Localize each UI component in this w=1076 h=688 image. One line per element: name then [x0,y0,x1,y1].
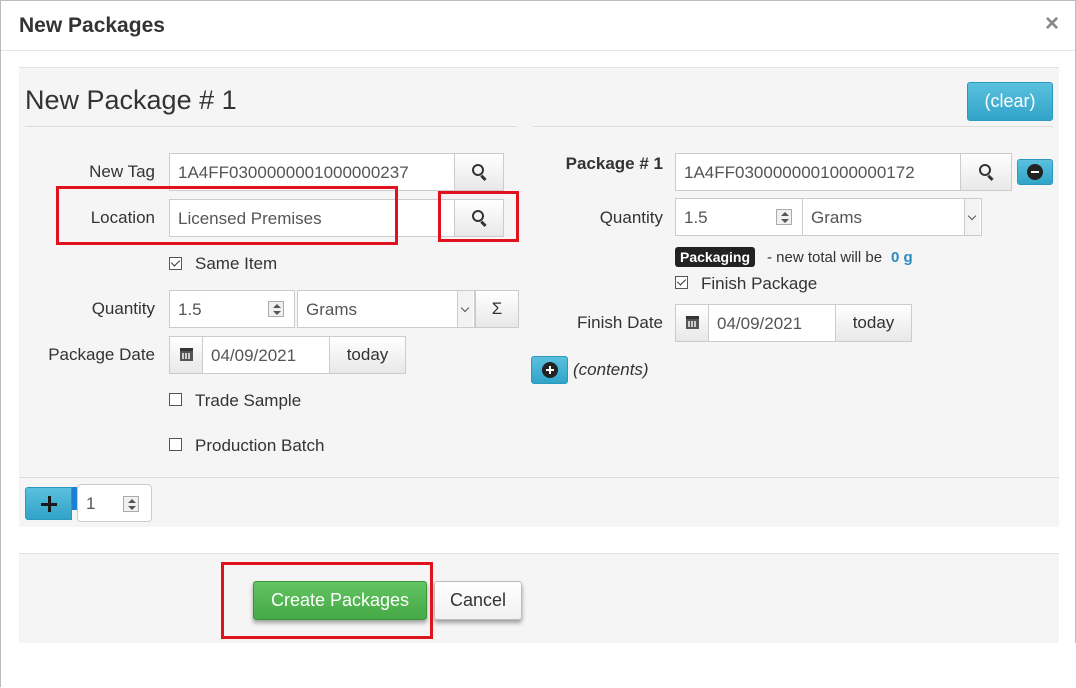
location-search-highlight [438,191,519,242]
package-date-today-button[interactable]: today [329,336,406,374]
calendar-icon [180,348,193,361]
new-total-text: - new total will be [767,249,883,266]
package-count-input[interactable]: 1 [77,484,152,522]
package-tag-input[interactable]: 1A4FF0300000001000000172 [675,153,961,191]
remove-package-button[interactable] [1017,159,1053,185]
dialog-title: New Packages [19,14,165,37]
same-item-checkbox[interactable] [169,257,182,270]
add-package-button[interactable] [25,487,72,520]
clear-button[interactable]: (clear) [967,82,1053,121]
trade-sample-checkbox[interactable] [169,393,182,406]
packaging-badge: Packaging [675,247,756,267]
chevron-down-icon[interactable] [964,199,980,235]
dialog-header: New Packages × [1,1,1075,51]
plus-circle-icon [542,362,558,378]
package-count-stepper[interactable] [123,496,139,512]
new-tag-label: New Tag [89,162,155,181]
quantity-label: Quantity [91,299,155,318]
right-unit-select[interactable]: Grams [802,198,982,236]
production-batch-checkbox[interactable] [169,438,182,451]
package-number-label: Package # 1 [565,154,663,173]
close-icon[interactable]: × [1045,10,1059,38]
same-item-label: Same Item [195,254,278,273]
plus-bar-v [549,366,551,374]
finish-date-calendar-button[interactable] [675,304,709,342]
plus-icon-v [48,496,51,512]
new-tag-search-button[interactable] [454,153,504,191]
location-highlight [56,186,398,245]
package-date-calendar-button[interactable] [169,336,203,374]
minus-circle-icon [1027,164,1043,180]
finish-package-checkbox[interactable] [675,276,688,289]
search-icon [472,164,484,176]
right-quantity-stepper[interactable] [776,209,792,225]
right-quantity-label: Quantity [599,208,663,227]
minus-bar [1031,171,1039,173]
unit-select[interactable]: Grams [297,290,475,328]
chevron-down-icon[interactable] [457,291,473,327]
calendar-icon [686,316,699,329]
finish-date-label: Finish Date [577,313,663,332]
finish-date-today-button[interactable]: today [835,304,912,342]
new-packages-dialog: New Packages × New Package # 1 (clear) N… [0,0,1076,688]
right-divider [533,126,1053,127]
finish-date-input[interactable]: 04/09/2021 [708,304,836,342]
new-total-value: 0 g [891,249,913,266]
contents-label: (contents) [573,360,649,379]
package-tag-search-button[interactable] [960,153,1012,191]
dialog-body: New Package # 1 (clear) New Tag 1A4FF030… [19,67,1059,527]
package-date-input[interactable]: 04/09/2021 [202,336,330,374]
dialog-footer: Create Packages Cancel [19,553,1059,643]
package-heading: New Package # 1 [25,85,237,115]
background-table-strip [1,643,1076,688]
add-row-divider [19,477,1059,478]
finish-package-label: Finish Package [701,274,818,293]
sum-button[interactable]: Σ [475,290,519,328]
left-divider [25,126,517,127]
cancel-button[interactable]: Cancel [434,581,522,620]
trade-sample-label: Trade Sample [195,391,302,410]
production-batch-label: Production Batch [195,436,325,455]
package-date-label: Package Date [48,345,155,364]
create-packages-highlight [221,562,433,639]
search-icon [979,164,991,176]
add-contents-button[interactable] [531,356,568,384]
quantity-stepper[interactable] [268,301,284,317]
